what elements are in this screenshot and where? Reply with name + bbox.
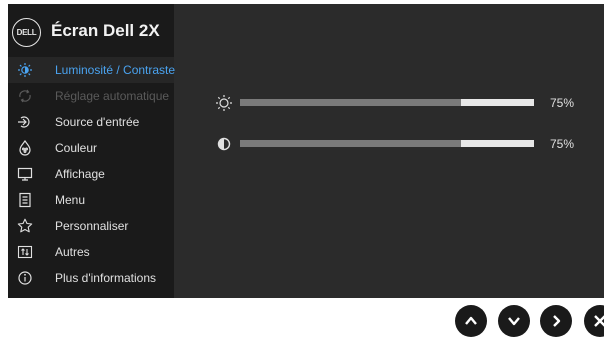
contrast-value: 75% — [550, 137, 575, 151]
sidebar: DELL Écran Dell 2X Luminosité / Contrast… — [8, 4, 176, 298]
sidebar-item-label: Source d'entrée — [55, 115, 140, 129]
brightness-icon — [214, 93, 234, 113]
sidebar-item-label: Affichage — [55, 167, 105, 181]
menu-icon — [17, 192, 33, 208]
chevron-down-icon — [508, 317, 520, 326]
sidebar-item-display[interactable]: Affichage — [8, 161, 174, 187]
contrast-row: 75% — [214, 134, 594, 154]
sidebar-item-label: Menu — [55, 193, 86, 207]
page-title: Écran Dell 2X — [51, 21, 160, 40]
down-button[interactable] — [498, 305, 530, 337]
input-source-icon — [17, 114, 33, 130]
sidebar-item-auto-adjust[interactable]: Réglage automatique — [8, 83, 174, 109]
brightness-slider-fill — [240, 99, 461, 106]
close-icon — [594, 315, 604, 327]
sidebar-menu: Luminosité / Contraste Réglage automatiq… — [8, 57, 176, 291]
sidebar-item-label: Personnaliser — [55, 219, 129, 233]
contrast-slider[interactable] — [240, 140, 534, 147]
sidebar-item-input-source[interactable]: Source d'entrée — [8, 109, 174, 135]
chevron-right-icon — [553, 315, 561, 327]
header: DELL Écran Dell 2X — [8, 4, 174, 56]
sidebar-item-personalize[interactable]: Personnaliser — [8, 213, 174, 239]
dell-logo: DELL — [12, 18, 41, 47]
sidebar-item-label: Couleur — [55, 141, 98, 155]
right-button[interactable] — [540, 305, 572, 337]
brightness-icon — [17, 62, 33, 78]
settings-panel: 75% 75% — [174, 4, 604, 298]
sidebar-item-label: Autres — [55, 245, 90, 259]
sidebar-item-label: Réglage automatique — [55, 89, 170, 103]
brightness-value: 75% — [550, 96, 575, 110]
brightness-row: 75% — [214, 93, 594, 113]
sidebar-item-more-info[interactable]: Plus d'informations — [8, 265, 174, 291]
auto-adjust-icon — [17, 88, 33, 104]
brightness-slider[interactable] — [240, 99, 534, 106]
contrast-icon — [214, 134, 234, 154]
color-icon — [17, 140, 33, 156]
display-icon — [17, 166, 33, 182]
contrast-slider-fill — [240, 140, 461, 147]
sidebar-item-others[interactable]: Autres — [8, 239, 174, 265]
sidebar-item-label: Luminosité / Contraste — [55, 63, 176, 77]
sidebar-item-label: Plus d'informations — [55, 271, 157, 285]
others-icon — [17, 244, 33, 260]
close-button[interactable] — [584, 305, 604, 337]
sidebar-item-brightness-contrast[interactable]: Luminosité / Contraste — [8, 57, 176, 83]
up-button[interactable] — [455, 305, 487, 337]
chevron-up-icon — [465, 316, 477, 325]
sidebar-item-color[interactable]: Couleur — [8, 135, 174, 161]
info-icon — [17, 270, 33, 286]
sidebar-item-menu[interactable]: Menu — [8, 187, 174, 213]
star-icon — [17, 218, 33, 234]
osd-window: DELL Écran Dell 2X Luminosité / Contrast… — [8, 4, 604, 298]
